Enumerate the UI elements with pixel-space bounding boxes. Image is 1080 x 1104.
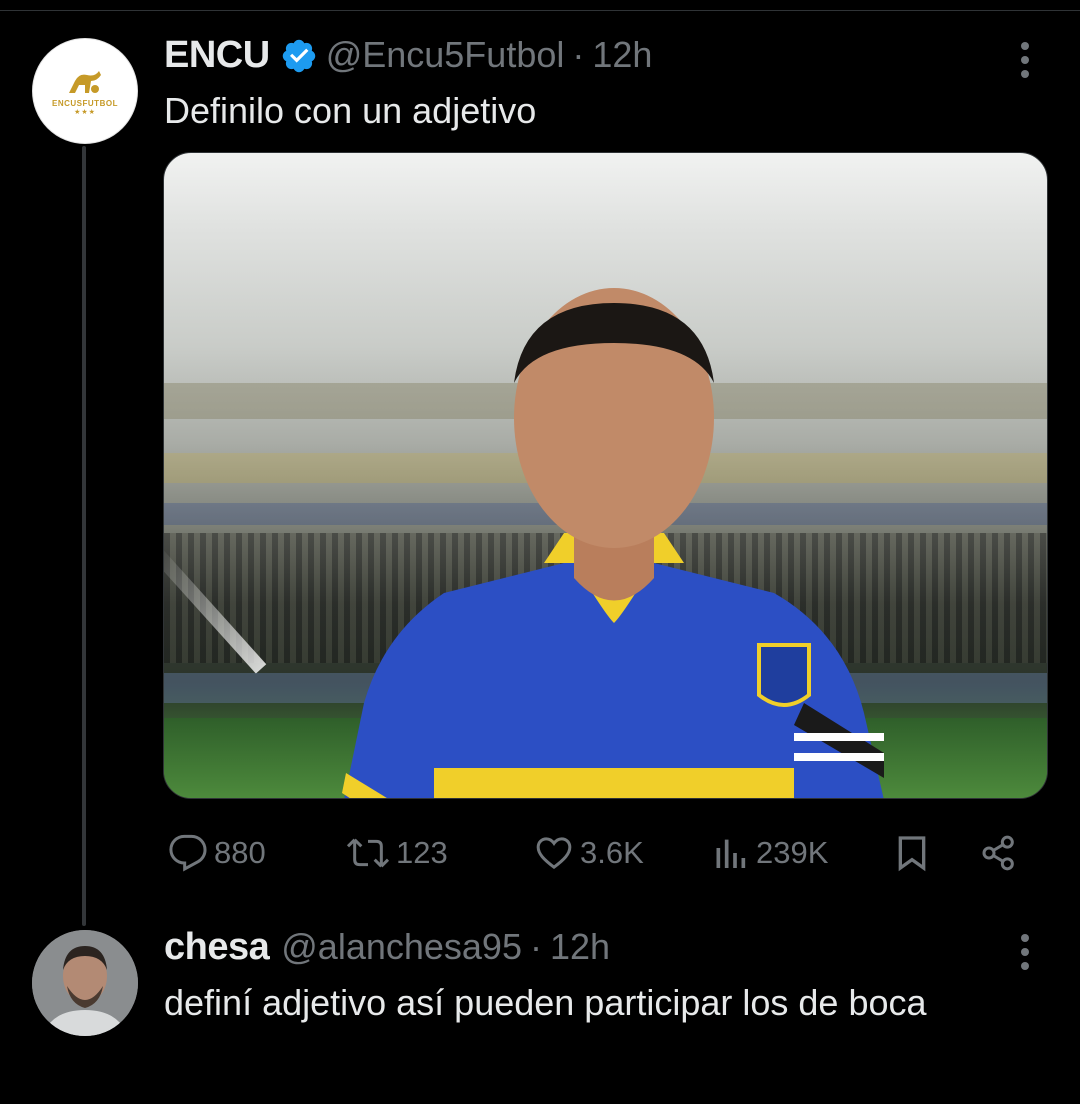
reply-more-options-icon[interactable]	[1020, 934, 1030, 970]
reply-button[interactable]: 880	[168, 828, 266, 878]
reply-author-name[interactable]: chesa	[164, 926, 270, 969]
repost-icon	[346, 838, 390, 868]
header-separator: ·	[572, 34, 585, 75]
reply-timestamp[interactable]: 12h	[550, 926, 610, 968]
tweet-media-photo[interactable]	[163, 152, 1048, 799]
top-divider	[0, 10, 1080, 11]
verified-badge-icon	[282, 39, 315, 72]
author-name[interactable]: ENCU	[164, 34, 270, 77]
like-icon	[536, 837, 572, 870]
player-figure	[342, 288, 884, 798]
reply-author-handle[interactable]: @alanchesa95	[281, 926, 522, 968]
avatar-logo-label: ENCUSFUTBOL	[52, 98, 118, 108]
like-button[interactable]: 3.6K	[534, 828, 644, 878]
tweet-actions-bar: 880 123 3.6K 239K	[164, 828, 1024, 878]
share-icon	[982, 835, 1014, 871]
avatar-photo	[32, 930, 138, 1036]
avatar-chesa[interactable]	[32, 930, 138, 1036]
bookmark-button[interactable]	[892, 828, 938, 878]
thread-connector-line	[82, 146, 86, 926]
views-count: 239K	[756, 835, 829, 870]
repost-button[interactable]: 123	[346, 828, 448, 878]
reply-header: chesa @alanchesa95 · 12h	[164, 926, 610, 969]
share-button[interactable]	[978, 828, 1026, 878]
tweet-text: Definilo con un adjetivo	[164, 90, 537, 131]
reply-text: definí adjetivo así pueden participar lo…	[164, 982, 927, 1023]
avatar-encu[interactable]: ENCUSFUTBOL ★★★	[32, 38, 138, 144]
repost-count: 123	[396, 835, 448, 870]
reply-icon	[169, 834, 207, 872]
reply-count: 880	[214, 835, 266, 870]
tweet-timestamp[interactable]: 12h	[592, 34, 652, 76]
avatar-logo-stars: ★★★	[74, 108, 96, 116]
views-button[interactable]: 239K	[710, 828, 828, 878]
bookmark-icon	[898, 836, 926, 872]
tweet-header: ENCU @Encu5Futbol · 12h	[164, 34, 652, 77]
reply-header-separator: ·	[529, 926, 542, 967]
more-options-icon[interactable]	[1020, 42, 1030, 78]
encu-logo-icon	[69, 70, 101, 93]
views-icon	[716, 839, 746, 868]
author-handle[interactable]: @Encu5Futbol	[326, 34, 565, 76]
like-count: 3.6K	[580, 835, 644, 870]
